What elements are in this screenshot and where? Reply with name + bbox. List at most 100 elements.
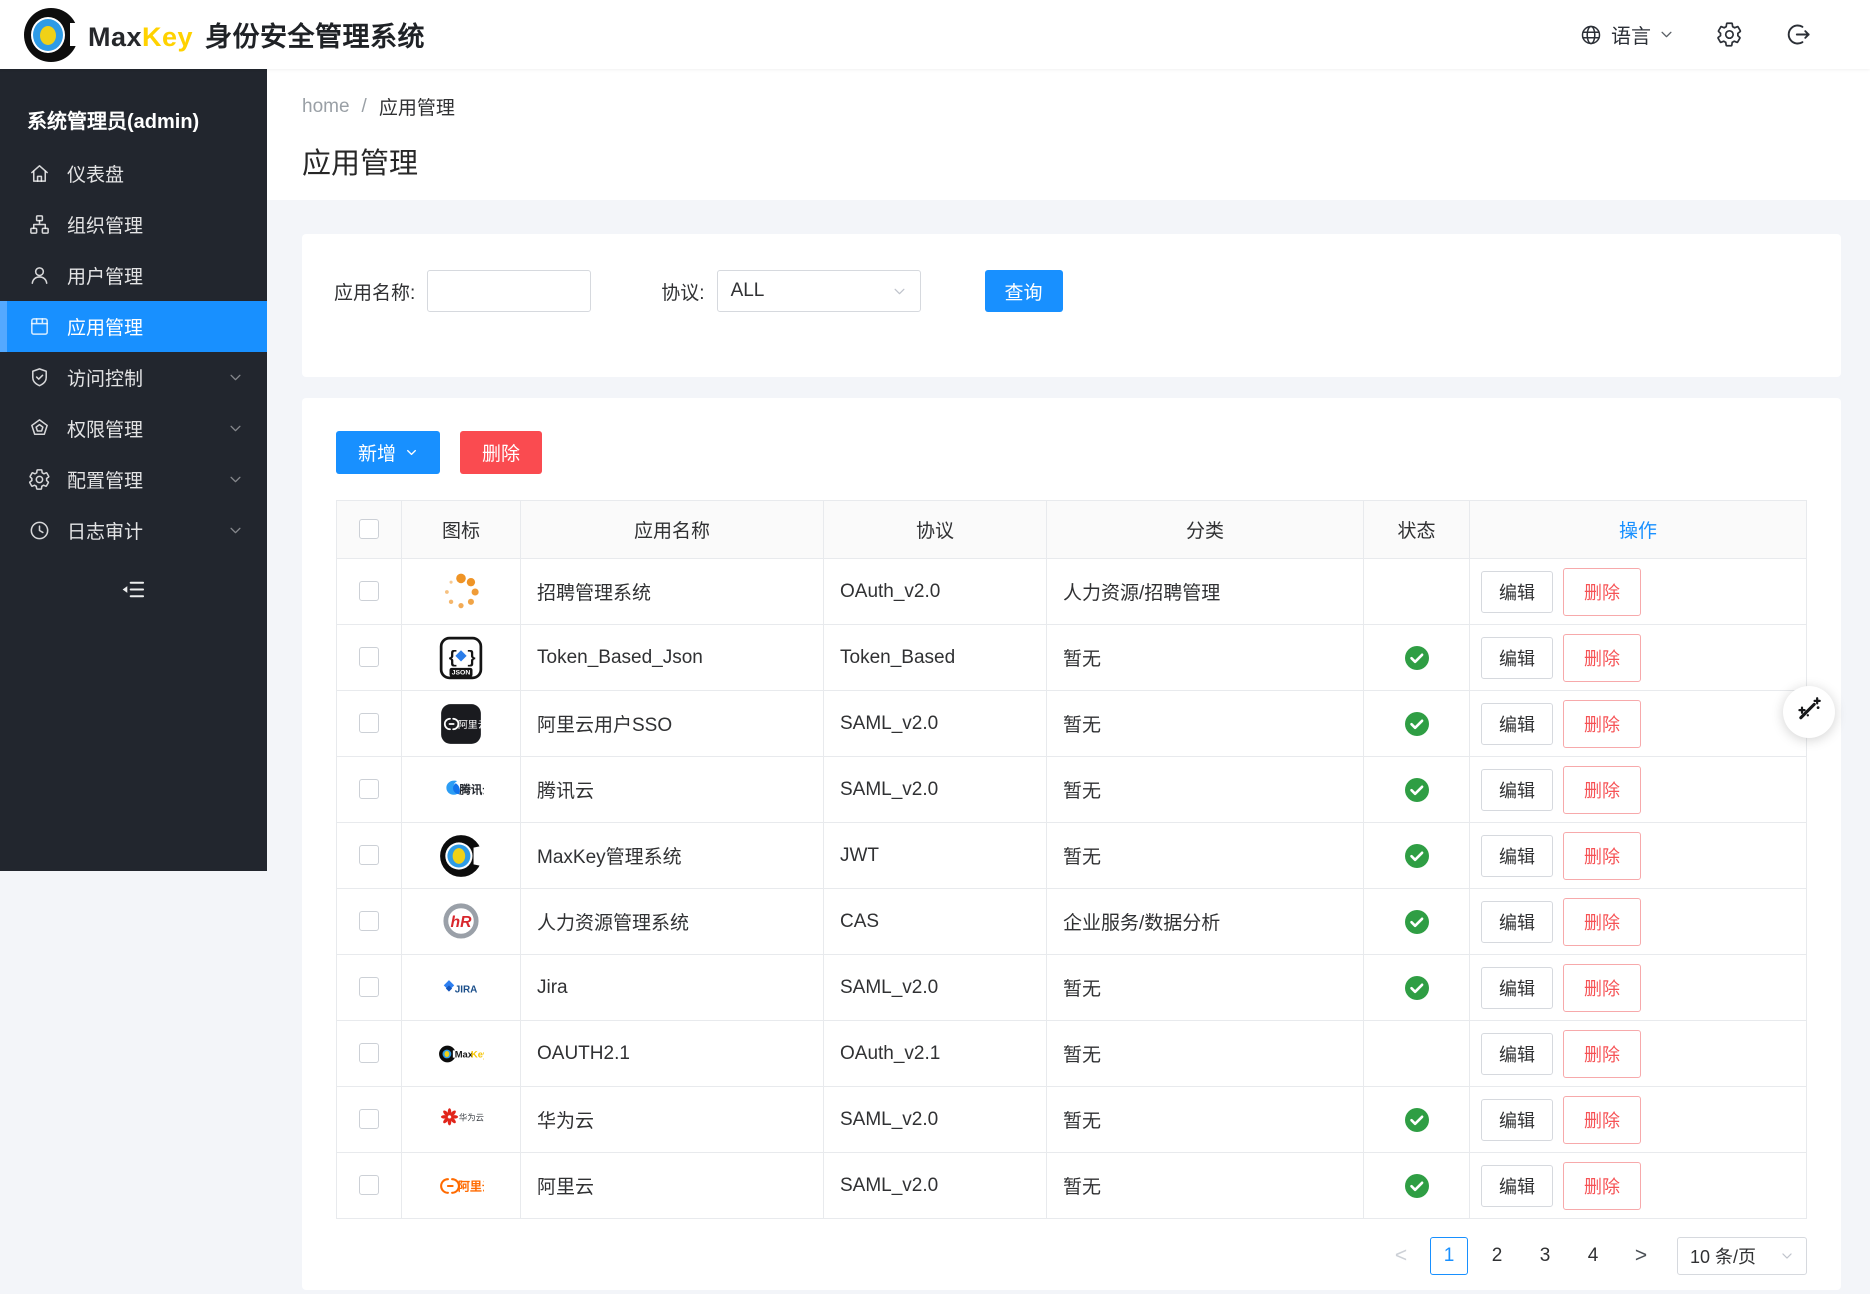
sidebar-item-permission[interactable]: 权限管理	[0, 403, 267, 454]
column-header: 状态	[1364, 501, 1470, 559]
menu-fold-icon	[120, 576, 147, 609]
magic-wand-icon	[1795, 695, 1823, 729]
sidebar-item-label: 用户管理	[67, 262, 143, 289]
collapse-sidebar-button[interactable]	[0, 576, 267, 609]
logout-button[interactable]	[1785, 21, 1812, 48]
chevron-down-icon	[405, 446, 418, 459]
sidebar-item-label: 日志审计	[67, 517, 143, 544]
delete-button[interactable]: 删除	[1563, 898, 1641, 946]
app-status-cell	[1364, 757, 1470, 823]
delete-button[interactable]: 删除	[1563, 1030, 1641, 1078]
delete-button[interactable]: 删除	[1563, 1096, 1641, 1144]
edit-button[interactable]: 编辑	[1481, 1165, 1553, 1207]
svg-text:华为云: 华为云	[459, 1112, 484, 1122]
theme-wand-button[interactable]	[1783, 686, 1835, 738]
settings-button[interactable]	[1716, 21, 1743, 48]
chevron-down-icon	[892, 284, 907, 299]
edit-button[interactable]: 编辑	[1481, 1033, 1553, 1075]
sidebar-item-dashboard[interactable]: 仪表盘	[0, 148, 267, 199]
app-protocol: JWT	[824, 823, 1047, 889]
delete-button[interactable]: 删除	[1563, 766, 1641, 814]
page-size-select[interactable]: 10 条/页	[1677, 1237, 1807, 1275]
row-actions: 编辑删除	[1470, 1021, 1807, 1087]
edit-button[interactable]: 编辑	[1481, 769, 1553, 811]
delete-button[interactable]: 删除	[1563, 700, 1641, 748]
app-icon-cell: hR	[402, 889, 521, 955]
tencent-cloud-app-icon: 腾讯云	[438, 767, 484, 813]
table-row: 招聘管理系统OAuth_v2.0人力资源/招聘管理编辑删除	[337, 559, 1807, 625]
active-status-icon	[1404, 977, 1430, 998]
page-button-2[interactable]: 2	[1478, 1237, 1516, 1275]
row-checkbox[interactable]	[359, 713, 379, 733]
delete-button[interactable]: 删除	[1563, 568, 1641, 616]
row-checkbox[interactable]	[359, 977, 379, 997]
search-button[interactable]: 查询	[985, 270, 1063, 312]
app-name: MaxKey管理系统	[521, 823, 824, 889]
row-checkbox[interactable]	[359, 845, 379, 865]
page-button-3[interactable]: 3	[1526, 1237, 1564, 1275]
delete-button[interactable]: 删除	[1563, 964, 1641, 1012]
column-header: 分类	[1047, 501, 1364, 559]
chevron-down-icon	[228, 421, 243, 436]
breadcrumb-home-link[interactable]: home	[302, 96, 350, 118]
maxkey-logo-icon	[24, 8, 78, 62]
chevron-down-icon	[228, 523, 243, 538]
next-page-button[interactable]: >	[1622, 1237, 1660, 1275]
bulk-delete-button[interactable]: 删除	[460, 431, 542, 474]
app-icon-cell: MaxKey	[402, 1021, 521, 1087]
app-name-input[interactable]	[427, 270, 591, 312]
row-checkbox-cell	[337, 823, 402, 889]
globe-icon	[1579, 23, 1603, 47]
svg-text:Key: Key	[471, 1048, 484, 1059]
protocol-select[interactable]: ALL	[717, 270, 921, 312]
previous-page-button[interactable]: <	[1382, 1237, 1420, 1275]
delete-button[interactable]: 删除	[1563, 1162, 1641, 1210]
app-icon-cell: 阿里云	[402, 691, 521, 757]
app-protocol: SAML_v2.0	[824, 691, 1047, 757]
row-checkbox[interactable]	[359, 1043, 379, 1063]
edit-button[interactable]: 编辑	[1481, 901, 1553, 943]
table-row: 腾讯云腾讯云SAML_v2.0暂无编辑删除	[337, 757, 1807, 823]
edit-button[interactable]: 编辑	[1481, 967, 1553, 1009]
content-header: home / 应用管理 应用管理	[267, 69, 1870, 200]
page-button-1[interactable]: 1	[1430, 1237, 1468, 1275]
app-category: 暂无	[1047, 757, 1364, 823]
row-checkbox[interactable]	[359, 1109, 379, 1129]
clock-icon	[28, 519, 51, 542]
sidebar-item-access[interactable]: 访问控制	[0, 352, 267, 403]
page-button-4[interactable]: 4	[1574, 1237, 1612, 1275]
row-checkbox-cell	[337, 1153, 402, 1219]
sidebar-item-config[interactable]: 配置管理	[0, 454, 267, 505]
gear-icon	[28, 468, 51, 491]
delete-button[interactable]: 删除	[1563, 832, 1641, 880]
row-checkbox[interactable]	[359, 779, 379, 799]
row-checkbox-cell	[337, 757, 402, 823]
row-checkbox[interactable]	[359, 1175, 379, 1195]
chevron-down-icon	[228, 370, 243, 385]
active-status-icon	[1404, 779, 1430, 800]
select-all-checkbox[interactable]	[359, 519, 379, 539]
edit-button[interactable]: 编辑	[1481, 703, 1553, 745]
edit-button[interactable]: 编辑	[1481, 1099, 1553, 1141]
sidebar-item-app[interactable]: 应用管理	[0, 301, 267, 352]
column-header: 操作	[1470, 501, 1807, 559]
sidebar-item-org[interactable]: 组织管理	[0, 199, 267, 250]
delete-button[interactable]: 删除	[1563, 634, 1641, 682]
main-content: home / 应用管理 应用管理 应用名称: 协议: ALL	[267, 69, 1870, 1290]
row-checkbox[interactable]	[359, 911, 379, 931]
language-menu[interactable]: 语言	[1579, 20, 1674, 49]
sidebar-item-user[interactable]: 用户管理	[0, 250, 267, 301]
row-checkbox[interactable]	[359, 581, 379, 601]
add-button[interactable]: 新增	[336, 431, 440, 474]
current-user-label: 系统管理员(admin)	[0, 69, 267, 148]
table-row: {}JSONToken_Based_JsonToken_Based暂无编辑删除	[337, 625, 1807, 691]
edit-button[interactable]: 编辑	[1481, 637, 1553, 679]
maxkey-round-app-icon	[438, 833, 484, 879]
edit-button[interactable]: 编辑	[1481, 835, 1553, 877]
sidebar-item-log[interactable]: 日志审计	[0, 505, 267, 556]
app-protocol: SAML_v2.0	[824, 757, 1047, 823]
edit-button[interactable]: 编辑	[1481, 571, 1553, 613]
app-name: 人力资源管理系统	[521, 889, 824, 955]
language-label: 语言	[1611, 20, 1651, 49]
row-checkbox[interactable]	[359, 647, 379, 667]
